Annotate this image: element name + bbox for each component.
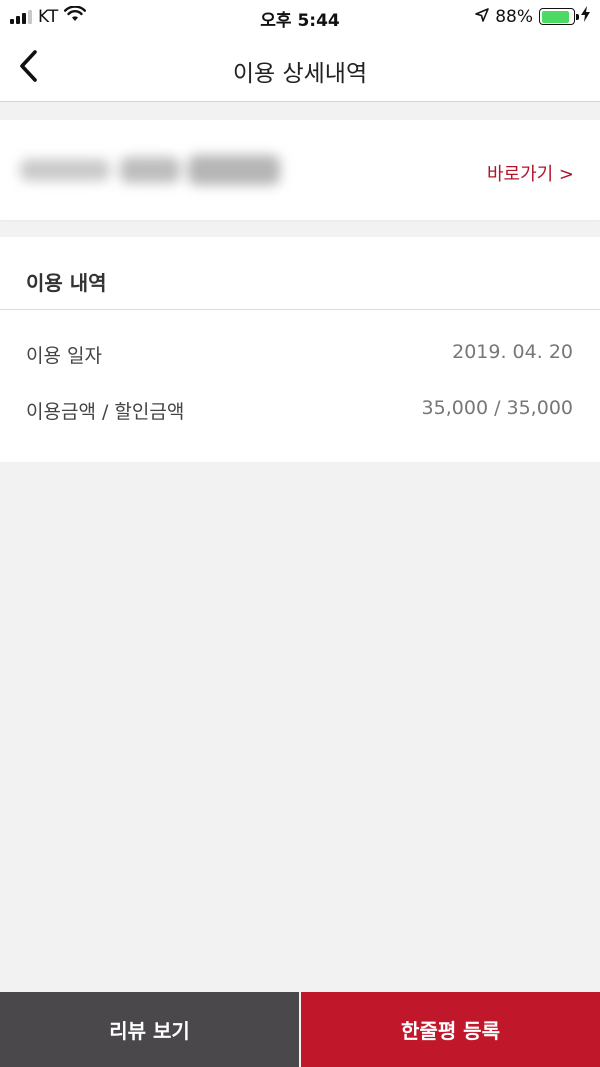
location-arrow-icon xyxy=(475,7,490,27)
usage-amount-value: 35,000 / 35,000 xyxy=(421,397,573,419)
screen: KT 오후 5:44 88% 이용 상세내역 바로가기 > 이용 내역 이용 일… xyxy=(0,0,600,1067)
status-bar: KT 오후 5:44 88% xyxy=(0,0,600,34)
review-button[interactable]: 리뷰 보기 xyxy=(0,992,299,1067)
page-title: 이용 상세내역 xyxy=(232,61,368,87)
blurred-place-name xyxy=(20,153,280,187)
usage-amount-label: 이용금액 / 할인금액 xyxy=(26,401,185,423)
nav-bar: 이용 상세내역 xyxy=(0,34,600,102)
status-right: 88% xyxy=(475,6,590,27)
divider xyxy=(0,309,600,310)
usage-date-label: 이용 일자 xyxy=(26,345,102,367)
usage-heading: 이용 내역 xyxy=(26,271,107,295)
usage-date-value: 2019. 04. 20 xyxy=(452,341,573,363)
battery-percent: 88% xyxy=(495,6,533,27)
battery-icon xyxy=(539,8,579,25)
battery-fill xyxy=(541,10,569,23)
shortcut-link[interactable]: 바로가기 > xyxy=(487,160,574,186)
charging-bolt-icon xyxy=(581,6,590,27)
register-comment-button[interactable]: 한줄평 등록 xyxy=(301,992,600,1067)
